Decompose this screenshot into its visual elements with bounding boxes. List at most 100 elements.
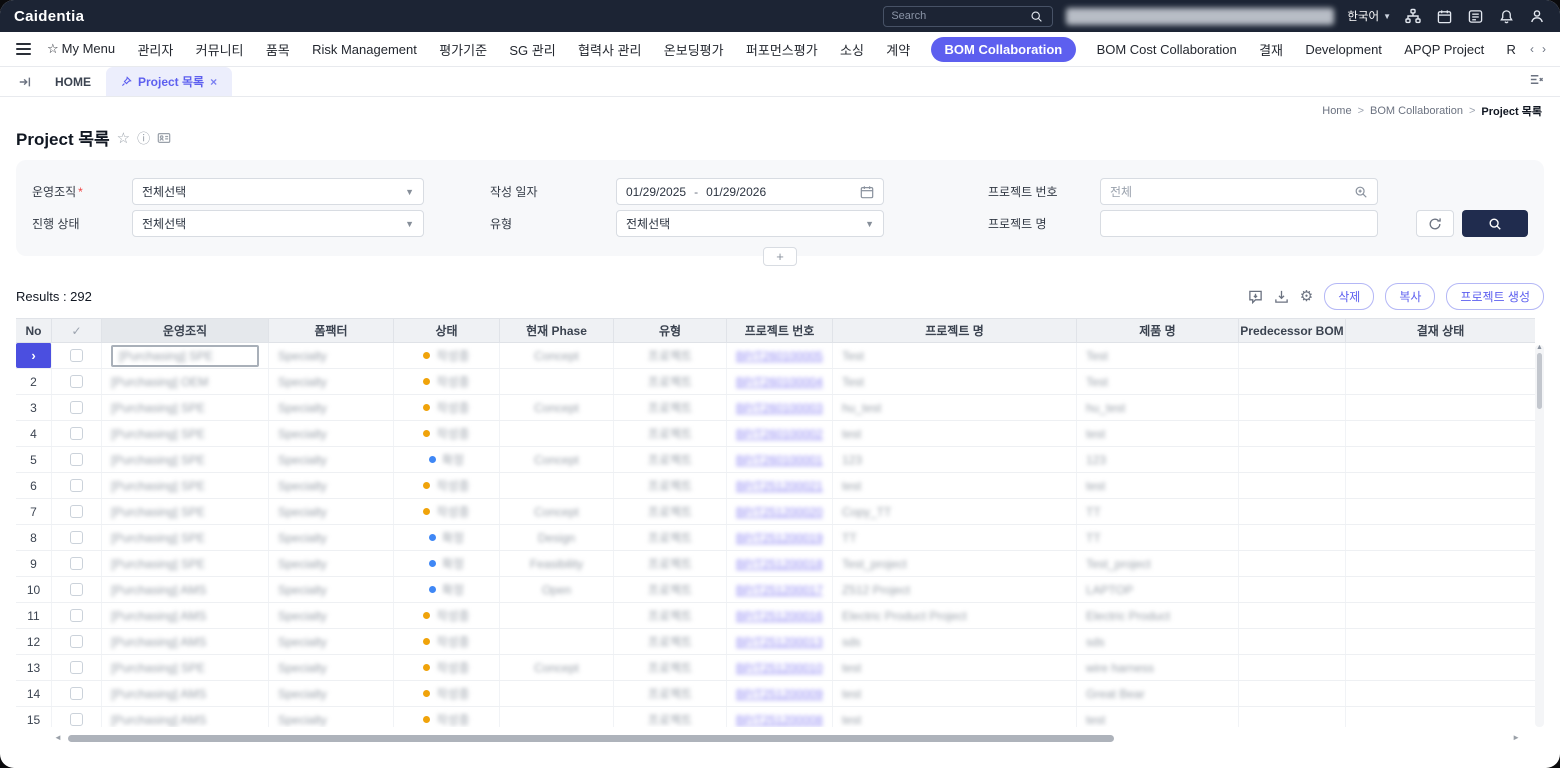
- menu-item[interactable]: BOM Cost Collaboration: [1095, 38, 1239, 61]
- project-number-link[interactable]: BP/T260100001: [736, 453, 823, 467]
- table-row[interactable]: 12 [Purchasing] AMS Specialty 작성중 프로젝트 BP/T25…: [16, 629, 1535, 655]
- column-header-org[interactable]: 운영조직: [102, 319, 269, 342]
- org-edit-cell[interactable]: [Purchasing] SPE: [111, 344, 259, 367]
- column-header-pre[interactable]: Predecessor BOM: [1239, 319, 1346, 342]
- table-row[interactable]: 14 [Purchasing] AMS Specialty 작성중 프로젝트 BP/T25…: [16, 681, 1535, 707]
- column-header-pd[interactable]: 제품 명: [1077, 319, 1239, 342]
- menu-item[interactable]: 소싱: [838, 36, 866, 63]
- table-row[interactable]: 6 [Purchasing] SPE Specialty 작성중 프로젝트 BP/T251…: [16, 473, 1535, 499]
- copy-button[interactable]: 복사: [1385, 283, 1436, 310]
- table-row[interactable]: › [Purchasing] SPE Specialty 작성중 Concept 프로젝트…: [16, 343, 1535, 369]
- calendar-icon[interactable]: [1435, 7, 1453, 25]
- table-row[interactable]: 3 [Purchasing] SPE Specialty 작성중 Concept 프로젝트…: [16, 395, 1535, 421]
- table-row[interactable]: 11 [Purchasing] AMS Specialty 작성중 프로젝트 BP/T25…: [16, 603, 1535, 629]
- menu-item[interactable]: ☆ My Menu: [45, 37, 117, 61]
- menu-item[interactable]: Development: [1303, 38, 1384, 61]
- project-number-link[interactable]: BP/T260100003: [736, 401, 823, 415]
- menu-item[interactable]: 협력사 관리: [576, 36, 643, 63]
- menu-item[interactable]: 퍼포먼스평가: [744, 36, 820, 63]
- column-header-ff[interactable]: 폼팩터: [269, 319, 394, 342]
- menu-item[interactable]: 계약: [884, 36, 912, 63]
- project-number-link[interactable]: BP/T251200008: [736, 713, 823, 727]
- breadcrumb-item[interactable]: Home: [1322, 105, 1351, 117]
- bell-icon[interactable]: [1497, 7, 1515, 25]
- column-header-pm[interactable]: 프로젝트 명: [833, 319, 1077, 342]
- table-row[interactable]: 4 [Purchasing] SPE Specialty 작성중 프로젝트 BP/T260…: [16, 421, 1535, 447]
- horizontal-scrollbar-thumb[interactable]: [68, 735, 1114, 742]
- delete-button[interactable]: 삭제: [1324, 283, 1375, 310]
- column-header-ty[interactable]: 유형: [614, 319, 727, 342]
- menu-item[interactable]: 온보딩평가: [662, 36, 726, 63]
- project-number-link[interactable]: BP/T251200016: [736, 609, 823, 623]
- row-checkbox[interactable]: [70, 427, 83, 440]
- project-number-link[interactable]: BP/T260100004: [736, 375, 823, 389]
- scroll-up-icon[interactable]: ▲: [1536, 344, 1543, 351]
- breadcrumb-item[interactable]: BOM Collaboration: [1370, 105, 1463, 117]
- project-number-link[interactable]: BP/T251200019: [736, 531, 823, 545]
- refresh-button[interactable]: [1416, 210, 1454, 237]
- menu-scroll-left-icon[interactable]: ‹: [1530, 42, 1534, 56]
- row-checkbox[interactable]: [70, 661, 83, 674]
- create-project-button[interactable]: 프로젝트 생성: [1446, 283, 1544, 310]
- project-number-link[interactable]: BP/T251200009: [736, 687, 823, 701]
- menu-item[interactable]: 결재: [1257, 36, 1285, 63]
- tab-home[interactable]: HOME: [40, 67, 106, 96]
- calendar-icon[interactable]: [860, 185, 874, 199]
- column-header-st[interactable]: 상태: [394, 319, 500, 342]
- menu-item[interactable]: 커뮤니티: [194, 36, 246, 63]
- menu-item[interactable]: 관리자: [135, 36, 175, 63]
- row-checkbox[interactable]: [70, 505, 83, 518]
- row-checkbox[interactable]: [70, 349, 83, 362]
- org-filter-select[interactable]: 전체선택 ▼: [132, 178, 424, 205]
- menu-item[interactable]: SG 관리: [507, 36, 557, 63]
- row-checkbox[interactable]: [70, 713, 83, 726]
- row-checkbox[interactable]: [70, 401, 83, 414]
- table-row[interactable]: 10 [Purchasing] AMS Specialty 확정 Open 프로젝트 BP/…: [16, 577, 1535, 603]
- project-number-link[interactable]: BP/T251200010: [736, 661, 823, 675]
- table-row[interactable]: 5 [Purchasing] SPE Specialty 확정 Concept 프로젝트 B…: [16, 447, 1535, 473]
- row-checkbox[interactable]: [70, 687, 83, 700]
- column-header-chk[interactable]: ✓: [52, 319, 102, 342]
- project-number-link[interactable]: BP/T251200018: [736, 557, 823, 571]
- table-row[interactable]: 8 [Purchasing] SPE Specialty 확정 Design 프로젝트 BP…: [16, 525, 1535, 551]
- table-row[interactable]: 15 [Purchasing] AMS Specialty 작성중 프로젝트 BP/T25…: [16, 707, 1535, 727]
- row-checkbox[interactable]: [70, 375, 83, 388]
- id-card-icon[interactable]: [157, 131, 171, 145]
- gear-icon[interactable]: ⚙: [1300, 289, 1313, 304]
- row-checkbox[interactable]: [70, 557, 83, 570]
- column-header-pn[interactable]: 프로젝트 번호: [727, 319, 833, 342]
- menu-item[interactable]: 품목: [264, 36, 292, 63]
- close-all-tabs-icon[interactable]: [1529, 72, 1544, 92]
- date-from-value[interactable]: 01/29/2025: [626, 185, 686, 199]
- project-number-link[interactable]: BP/T260100002: [736, 427, 823, 441]
- menu-item[interactable]: 평가기준: [437, 36, 489, 63]
- scroll-right-icon[interactable]: ►: [1512, 733, 1520, 742]
- type-filter-select[interactable]: 전체선택 ▼: [616, 210, 884, 237]
- download-icon[interactable]: [1274, 289, 1289, 304]
- global-search-input[interactable]: [891, 10, 1022, 22]
- project-number-link[interactable]: BP/T260100005: [736, 349, 823, 363]
- project-no-filter-field[interactable]: 전체: [1100, 178, 1378, 205]
- row-checkbox[interactable]: [70, 583, 83, 596]
- project-number-link[interactable]: BP/T251200021: [736, 479, 823, 493]
- language-selector[interactable]: 한국어 ▼: [1347, 8, 1391, 24]
- tab-project-list[interactable]: Project 목록 ×: [106, 67, 233, 96]
- search-icon[interactable]: [1027, 7, 1045, 25]
- expand-filters-button[interactable]: +: [763, 247, 797, 266]
- horizontal-scrollbar[interactable]: ◄ ►: [54, 733, 1520, 743]
- status-filter-select[interactable]: 전체선택 ▼: [132, 210, 424, 237]
- table-row[interactable]: 9 [Purchasing] SPE Specialty 확정 Feasibility 프…: [16, 551, 1535, 577]
- project-number-link[interactable]: BP/T251200020: [736, 505, 823, 519]
- column-header-no[interactable]: No: [16, 319, 52, 342]
- column-header-ph[interactable]: 현재 Phase: [500, 319, 614, 342]
- feedback-icon[interactable]: [1466, 7, 1484, 25]
- user-icon[interactable]: [1528, 7, 1546, 25]
- vertical-scrollbar[interactable]: ▲: [1535, 344, 1544, 727]
- row-checkbox[interactable]: [70, 609, 83, 622]
- project-number-link[interactable]: BP/T251200013: [736, 635, 823, 649]
- search-lookup-icon[interactable]: [1354, 185, 1368, 199]
- app-logo[interactable]: Caidentia: [14, 8, 84, 25]
- menu-item[interactable]: R: [1505, 38, 1518, 61]
- row-checkbox[interactable]: [70, 531, 83, 544]
- hamburger-menu-icon[interactable]: [14, 41, 33, 57]
